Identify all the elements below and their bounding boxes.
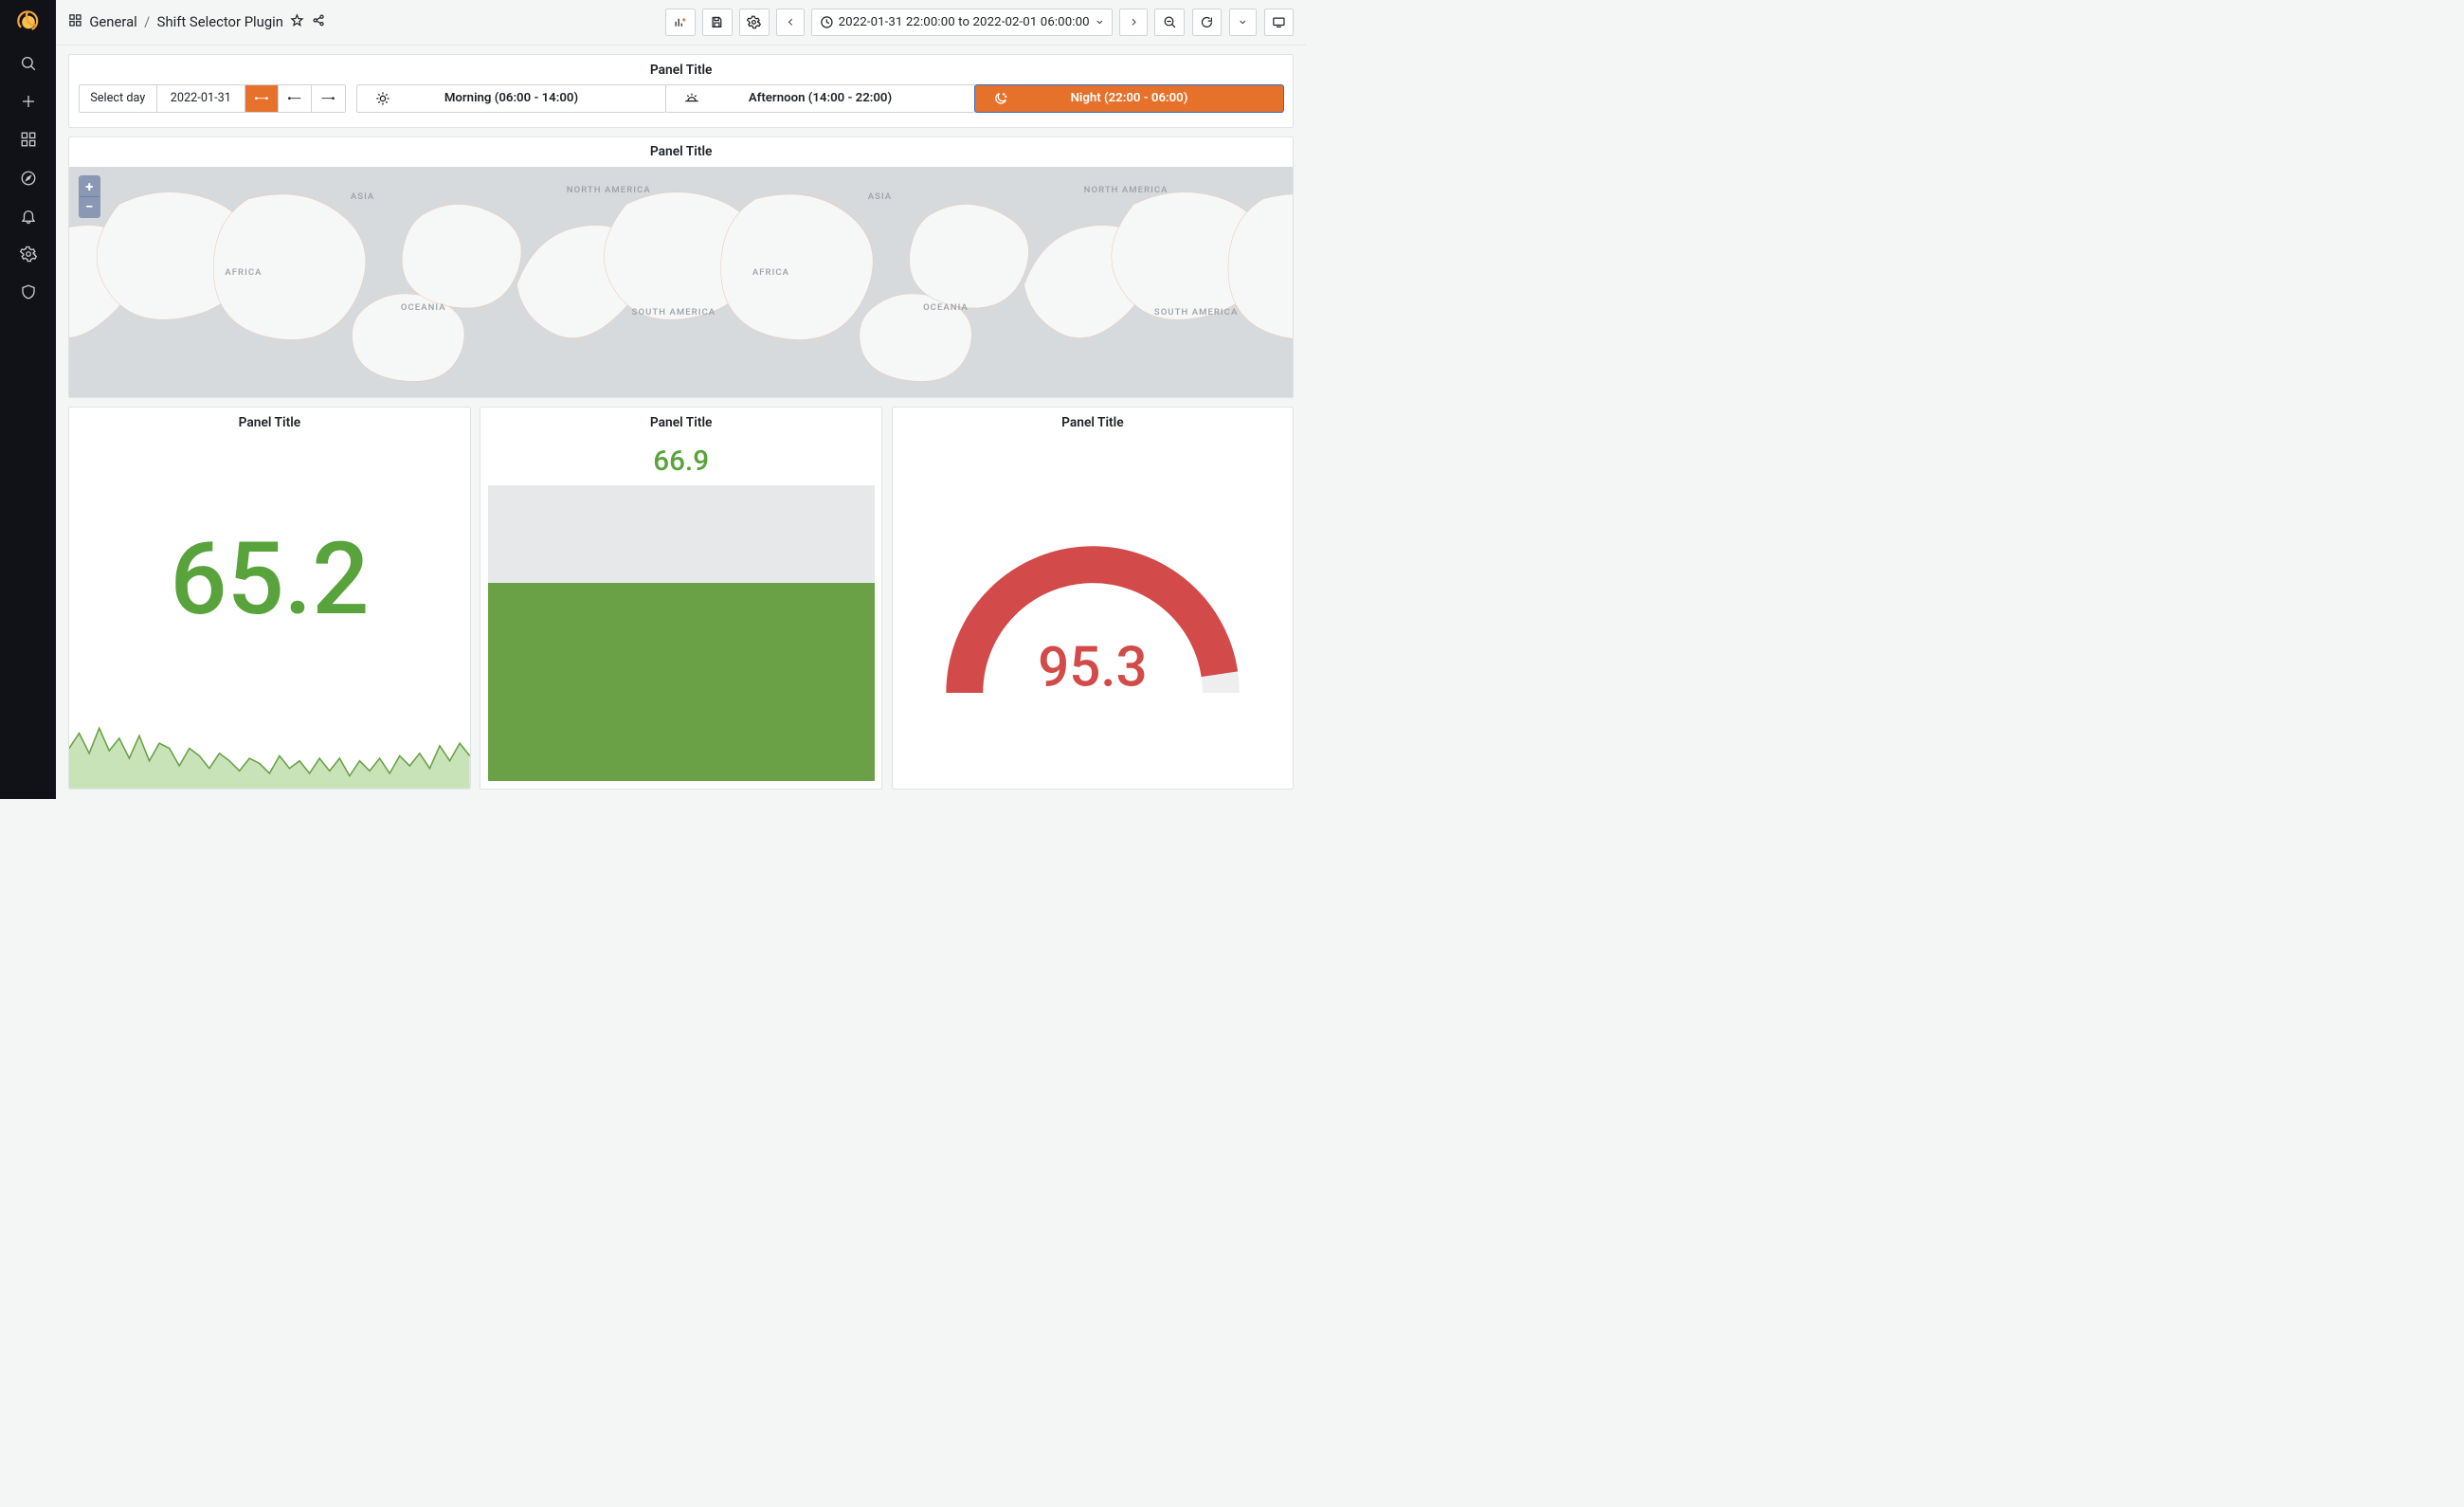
breadcrumb-title[interactable]: Shift Selector Plugin [157,13,283,30]
grafana-logo[interactable] [14,7,43,35]
stat-value: 66.9 [480,437,881,478]
stat-gauge-panel: Panel Title 95.3 [892,407,1295,790]
breadcrumb: General / Shift Selector Plugin [68,13,325,31]
range-both-button[interactable] [245,85,279,112]
map-label: SOUTH AMERICA [1154,307,1238,318]
map-label: ASIA [351,191,374,202]
topbar-actions: 2022-01-31 22:00:00 to 2022-02-01 06:00:… [665,9,1294,37]
stat-sparkline-panel: Panel Title 65.2 [68,407,471,790]
shift-night-button[interactable]: Night (22:00 - 06:00) [974,84,1284,113]
time-range-picker[interactable]: 2022-01-31 22:00:00 to 2022-02-01 06:00:… [811,9,1113,37]
map-label: AFRICA [225,267,262,278]
zoom-out-button[interactable] [1154,9,1185,37]
shift-label: Morning (06:00 - 14:00) [444,91,578,105]
map-canvas[interactable]: + − i [69,167,1293,397]
refresh-button[interactable] [1192,9,1223,37]
shift-selector-panel: Panel Title Select day 2022-01-31 [68,54,1294,127]
map-zoom-out-button[interactable]: − [80,197,100,217]
alerting-icon[interactable] [18,206,38,226]
bar-fill [488,583,875,781]
shift-label: Night (22:00 - 06:00) [1071,91,1188,105]
content: Panel Title Select day 2022-01-31 [56,45,1306,799]
explore-icon[interactable] [18,168,38,188]
tv-mode-button[interactable] [1264,9,1295,37]
breadcrumb-folder[interactable]: General [89,13,136,30]
map-label: NORTH AMERICA [1084,185,1169,195]
panel-title: Panel Title [69,137,1293,167]
map-label: AFRICA [752,267,789,278]
map-zoom-control: + − [79,175,100,217]
panel-title: Panel Title [69,55,1293,84]
add-panel-button[interactable] [665,9,696,37]
sunset-icon [684,91,699,106]
star-icon[interactable] [290,13,304,31]
save-button[interactable] [702,9,733,37]
map-label: ASIA [868,191,892,202]
stat-row: Panel Title 65.2 Panel Title 66.9 [68,407,1294,790]
shift-morning-button[interactable]: Morning (06:00 - 14:00) [356,84,666,113]
time-back-button[interactable] [776,9,805,37]
map-panel: Panel Title + − i [68,136,1294,398]
sparkline [69,673,470,789]
search-icon[interactable] [18,53,38,73]
settings-button[interactable] [739,9,770,37]
selected-date[interactable]: 2022-01-31 [157,85,245,112]
time-forward-button[interactable] [1119,9,1148,37]
refresh-interval-button[interactable] [1229,9,1258,37]
stat-bar-panel: Panel Title 66.9 [480,407,882,790]
gauge: 95.3 [893,437,1294,789]
configuration-icon[interactable] [18,244,38,263]
sidebar [0,0,56,799]
main: General / Shift Selector Plugin [56,0,1306,799]
dashboards-icon[interactable] [18,130,38,150]
map-label: SOUTH AMERICA [632,307,716,318]
panel-title: Panel Title [69,408,470,437]
breadcrumb-sep: / [144,13,150,30]
time-range-text: 2022-01-31 22:00:00 to 2022-02-01 06:00:… [839,15,1090,29]
share-icon[interactable] [312,13,326,31]
day-picker: Select day 2022-01-31 [79,84,346,113]
shift-afternoon-button[interactable]: Afternoon (14:00 - 22:00) [665,84,975,113]
moon-icon [993,91,1008,106]
world-map [69,167,1293,397]
bar-track [488,485,875,781]
panel-title: Panel Title [893,408,1294,437]
stat-value: 95.3 [1038,635,1148,699]
panel-title: Panel Title [480,408,881,437]
apps-icon[interactable] [68,13,82,31]
range-end-button[interactable] [312,85,345,112]
range-start-button[interactable] [279,85,312,112]
map-label: OCEANIA [923,302,969,313]
map-label: OCEANIA [401,302,446,313]
stat-value: 65.2 [170,529,369,629]
map-label: NORTH AMERICA [567,185,651,195]
admin-icon[interactable] [18,282,38,302]
shift-buttons: Morning (06:00 - 14:00) Afternoon (14:00… [356,84,1284,113]
select-day-label: Select day [80,85,157,112]
plus-icon[interactable] [18,91,38,111]
topbar: General / Shift Selector Plugin [56,0,1306,45]
sun-icon [375,91,390,106]
shift-label: Afternoon (14:00 - 22:00) [749,91,892,105]
map-zoom-in-button[interactable]: + [80,176,100,196]
